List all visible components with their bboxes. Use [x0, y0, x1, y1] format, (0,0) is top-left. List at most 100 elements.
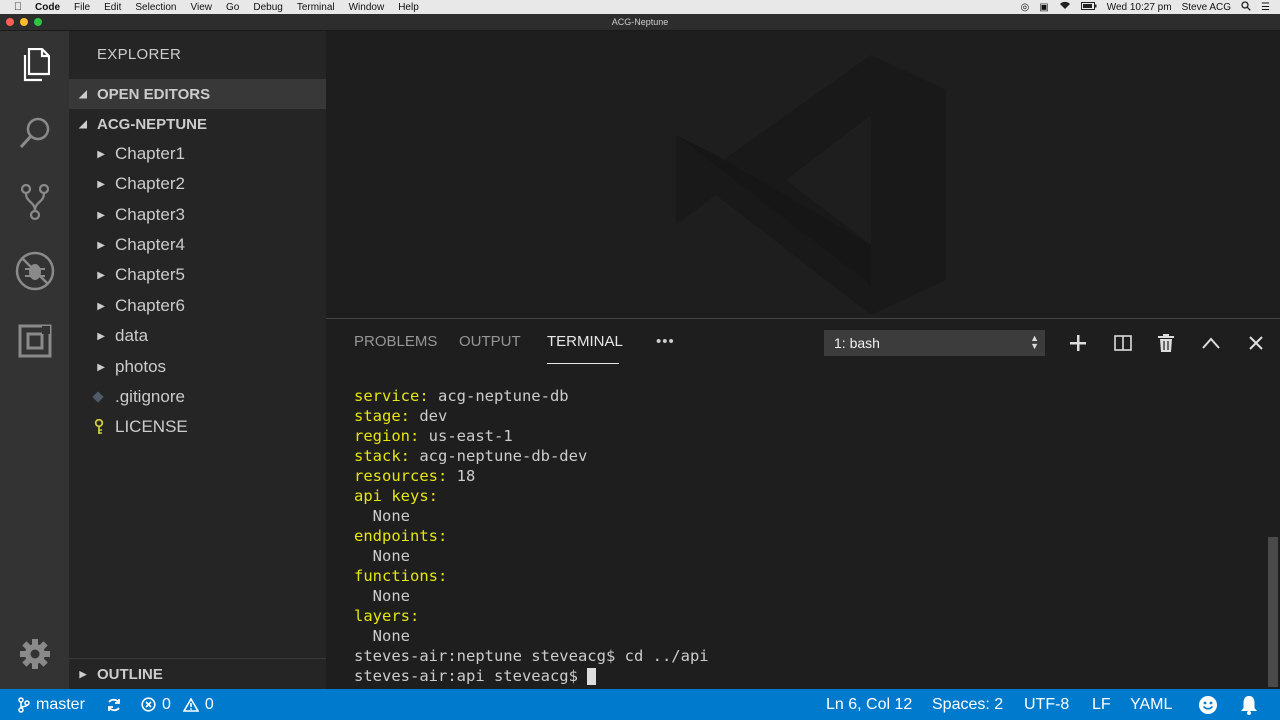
yaml-value: None [354, 587, 410, 605]
close-panel-icon[interactable] [1244, 331, 1268, 355]
menu-view[interactable]: View [184, 2, 220, 13]
tree-item-label: Chapter1 [115, 144, 185, 163]
extensions-icon[interactable] [15, 321, 55, 361]
chevron-right-icon: ▶ [97, 300, 105, 312]
tab-terminal[interactable]: TERMINAL [547, 333, 623, 350]
tree-item-chapter3[interactable]: ▶ Chapter3 [69, 200, 326, 230]
terminal-line: stage: dev [354, 406, 1254, 426]
menu-clock[interactable]: Wed 10:27 pm [1107, 2, 1172, 13]
terminal-line: layers: [354, 606, 1254, 626]
terminal-line: stack: acg-neptune-db-dev [354, 446, 1254, 466]
new-terminal-button[interactable] [1066, 331, 1090, 355]
yaml-value: us-east-1 [419, 427, 513, 445]
open-editors-label: OPEN EDITORS [97, 85, 211, 103]
tree-item-data[interactable]: ▶ data [69, 321, 326, 351]
terminal-line: None [354, 546, 1254, 566]
tab-problems[interactable]: PROBLEMS [354, 333, 437, 350]
screen-record-icon[interactable]: ◎ [1021, 2, 1030, 13]
terminal-select[interactable]: 1: bash ▲ ▼ [824, 330, 1045, 356]
project-section[interactable]: ◢ ACG-NEPTUNE [69, 109, 326, 139]
spotlight-search-icon[interactable] [1241, 0, 1251, 14]
traffic-lights [6, 18, 42, 26]
battery-icon[interactable] [1080, 1, 1097, 13]
cast-icon[interactable]: ▣ [1039, 2, 1048, 13]
terminal-output[interactable]: service: acg-neptune-db stage: dev regio… [354, 386, 1254, 686]
tree-item-chapter1[interactable]: ▶ Chapter1 [69, 139, 326, 169]
outline-section[interactable]: ▶ OUTLINE [69, 658, 326, 689]
sync-button[interactable] [106, 689, 122, 720]
zoom-window-button[interactable] [34, 18, 42, 26]
wifi-icon[interactable] [1059, 1, 1071, 13]
yaml-key: resources: [354, 467, 448, 485]
select-arrows-icon: ▲ ▼ [1030, 333, 1039, 351]
menu-go[interactable]: Go [219, 2, 246, 13]
debug-icon[interactable] [15, 251, 55, 291]
tree-item-chapter4[interactable]: ▶ Chapter4 [69, 230, 326, 260]
menu-terminal[interactable]: Terminal [290, 2, 342, 13]
cursor-position[interactable]: Ln 6, Col 12 [826, 689, 912, 720]
kill-terminal-trash-icon[interactable] [1154, 331, 1178, 355]
maximize-panel-chevron-up-icon[interactable] [1199, 331, 1223, 355]
feedback-smiley-icon[interactable] [1198, 689, 1218, 720]
menu-user[interactable]: Steve ACG [1182, 2, 1231, 13]
tree-item-gitignore[interactable]: .gitignore [69, 382, 326, 412]
branch-name: master [36, 695, 85, 713]
menu-file[interactable]: File [67, 2, 97, 13]
status-bar: master 0 0 Ln 6, Col 12 Spaces: 2 UTF-8 … [0, 689, 1280, 720]
tree-item-chapter5[interactable]: ▶ Chapter5 [69, 260, 326, 290]
menu-help[interactable]: Help [391, 2, 426, 13]
menu-app-name[interactable]: Code [28, 2, 67, 13]
chevron-right-icon: ▶ [97, 361, 105, 373]
explorer-icon[interactable] [15, 45, 55, 85]
terminal-line: resources: 18 [354, 466, 1254, 486]
language-mode[interactable]: YAML [1130, 689, 1172, 720]
tree-item-label: Chapter6 [115, 296, 185, 315]
menu-window[interactable]: Window [342, 2, 392, 13]
menu-selection[interactable]: Selection [128, 2, 183, 13]
outline-label: OUTLINE [97, 665, 163, 683]
warning-count: 0 [204, 695, 214, 713]
terminal-scrollbar[interactable] [1268, 537, 1278, 687]
chevron-right-icon: ▶ [97, 148, 105, 160]
tree-item-chapter6[interactable]: ▶ Chapter6 [69, 291, 326, 321]
close-window-button[interactable] [6, 18, 14, 26]
terminal-line: service: acg-neptune-db [354, 386, 1254, 406]
tab-output[interactable]: OUTPUT [459, 333, 521, 350]
editor-area [326, 31, 1280, 318]
indentation-setting[interactable]: Spaces: 2 [932, 689, 1003, 720]
chevron-right-icon: ▶ [97, 209, 105, 221]
tree-item-photos[interactable]: ▶ photos [69, 352, 326, 382]
active-tab-indicator [547, 363, 619, 364]
tree-item-chapter2[interactable]: ▶ Chapter2 [69, 169, 326, 199]
collapsed-triangle-icon: ▶ [79, 668, 87, 679]
search-icon[interactable] [15, 113, 55, 153]
tree-item-label: Chapter5 [115, 265, 185, 284]
problems-indicator[interactable]: 0 0 [141, 689, 214, 720]
yaml-value: acg-neptune-db-dev [410, 447, 588, 465]
license-key-icon [69, 419, 115, 435]
terminal-line: endpoints: [354, 526, 1254, 546]
more-actions-icon[interactable]: ••• [656, 333, 675, 350]
yaml-key: functions: [354, 567, 448, 585]
tree-item-license[interactable]: LICENSE [69, 412, 326, 442]
terminal-line: steves-air:neptune steveacg$ cd ../api [354, 646, 1254, 666]
notification-list-icon[interactable]: ☰ [1261, 2, 1270, 13]
encoding-setting[interactable]: UTF-8 [1024, 689, 1069, 720]
open-editors-section[interactable]: ◢ OPEN EDITORS [69, 79, 326, 109]
menu-edit[interactable]: Edit [97, 2, 128, 13]
chevron-right-icon: ▶ [97, 330, 105, 342]
menu-debug[interactable]: Debug [246, 2, 289, 13]
apple-icon[interactable]:  [8, 1, 28, 13]
source-control-icon[interactable] [15, 182, 55, 222]
terminal-cursor [587, 668, 597, 685]
branch-indicator[interactable]: master [18, 689, 85, 720]
git-branch-icon [18, 696, 30, 713]
tree-item-label: .gitignore [115, 387, 185, 406]
split-terminal-button[interactable] [1111, 331, 1135, 355]
settings-gear-icon[interactable] [15, 634, 55, 674]
notifications-bell-icon[interactable] [1240, 689, 1258, 720]
sync-icon [108, 698, 120, 711]
eol-setting[interactable]: LF [1092, 689, 1111, 720]
minimize-window-button[interactable] [20, 18, 28, 26]
terminal-line: api keys: [354, 486, 1254, 506]
